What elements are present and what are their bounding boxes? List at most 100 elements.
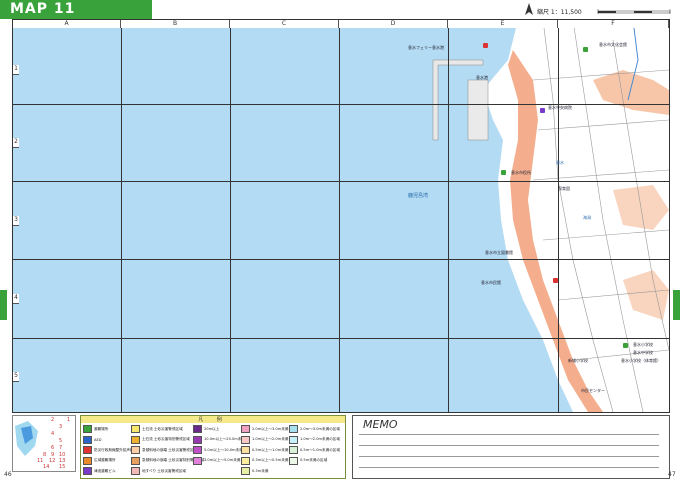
legend-label: 避難場所 [94,426,109,431]
legend-item: 1.0m〜2.0m未満の区域 [289,435,340,444]
map-label-hospital: 垂水中央病院 [548,105,572,110]
legend-label: 防災行政無線屋外拡声器 [94,447,134,452]
legend-label: 0.3m以上〜0.5m未満 [252,458,289,462]
legend-label: 0.5m未満の区域 [300,458,328,462]
legend-item: 2.0m以上〜3.0m未満 [241,425,288,433]
legend-swatch [193,425,202,433]
legend-item: 0.3m未満 [241,467,268,475]
legend-swatch [241,456,250,465]
index-cell: 5 [59,438,63,444]
index-cell: 15 [59,464,66,470]
legend-item: 5.0m以上〜10.0m未満 [193,446,243,454]
legend-label: 急傾斜地の崩壊 土砂災害警戒区域 [142,447,198,452]
grid-line [230,20,231,412]
legend-swatch [241,446,250,454]
legend-label: 5.0m以上〜10.0m未満 [204,447,243,452]
shelter-marker-icon[interactable] [583,47,588,52]
memo-line [359,467,659,468]
shelter-marker-icon[interactable] [540,108,545,113]
legend-label: 1.0m〜2.0m未満の区域 [300,437,340,441]
index-cell: 4 [51,431,55,437]
legend-item: 0.5m〜1.0m未満の区域 [289,446,340,454]
legend-item: 2.0m〜3.0m未満の区域 [289,425,340,433]
grid-column-label: E [448,20,558,28]
index-cell: 14 [43,464,50,470]
grid-row-label: 5 [13,372,19,382]
legend-item: AED [83,435,102,444]
map-label-nursery: 保育園 [558,186,570,191]
legend-swatch [289,425,298,433]
map-label-station2: 垂水 [556,160,564,165]
scale-label: 縮尺 1：11,500 [537,9,582,16]
legend-item: 広域避難場所 [83,456,116,465]
legend-swatch [289,456,298,465]
shelter-marker-icon[interactable] [483,43,488,48]
legend-label: AED [94,437,102,442]
map-label-school2: 垂水中学校 [633,350,653,355]
grid-line [13,338,669,339]
index-cell: 7 [59,445,63,451]
shelter-marker-icon[interactable] [623,343,628,348]
legend-item: 3.0m以上〜5.0m未満 [193,456,240,465]
legend-item: 津波避難ビル [83,467,116,475]
index-cell: 2 [51,417,55,423]
legend-label: 20m以上 [204,426,220,431]
legend-swatch [131,446,140,454]
legend-swatch [83,467,92,475]
legend-swatch [193,446,202,454]
legend-swatch [83,425,92,433]
grid-column-label: A [13,20,121,28]
map-label-school1: 垂水小学校 [633,342,653,347]
index-cell: 6 [51,445,55,451]
side-tab-right [673,290,680,320]
legend-item: 避難場所 [83,425,108,433]
legend-label: 0.3m未満 [252,468,269,473]
index-map: 2 3 4 5 6 7 8 9 10 11 12 13 14 15 1 [12,415,76,472]
index-cell: 12 [49,458,56,464]
shelter-marker-icon[interactable] [553,278,558,283]
shelter-marker-icon[interactable] [501,170,506,175]
legend-item: 20m以上 [193,425,219,433]
legend-item: 防災行政無線屋外拡声器 [83,446,134,454]
legend-item: 0.5m未満の区域 [289,456,328,465]
map-area[interactable]: A B C D E F 1 2 3 4 5 垂水フェリー垂水港 鹿児島湾 垂水市… [12,19,670,413]
legend-swatch [131,456,140,465]
grid-column-label: D [339,20,448,28]
legend-label: 土石流 土砂災害警戒区域 [142,426,183,431]
legend-swatch [193,435,202,444]
grid-line [13,181,669,182]
legend-label: 地すべり 土砂災害警戒区域 [142,468,187,473]
grid-line [13,259,669,260]
legend-swatch [241,467,250,475]
memo-line [359,456,659,457]
legend-swatch [289,435,298,444]
legend-item: 地すべり 土砂災害警戒区域 [131,467,186,475]
legend-label: 10.0m以上〜20.0m未満 [204,437,245,441]
grid-row-label: 2 [13,138,19,148]
memo-line [359,445,659,446]
legend-label: 0.5m〜1.0m未満の区域 [300,447,340,452]
grid-column-label: F [558,20,669,28]
legend-swatch [131,425,140,433]
index-cell: 3 [59,424,63,430]
memo-box: MEMO [352,415,670,479]
legend-label: 広域避難場所 [94,458,116,462]
map-label-city-office: 垂水市役所 [511,170,531,175]
grid-row-label: 3 [13,216,19,226]
legend: 凡 例 避難場所 AED 防災行政無線屋外拡声器 広域避難場所 津波避難ビル 土石流 土砂… [80,415,346,479]
legend-item: 土石流 土砂災害特別警戒区域 [131,435,190,444]
legend-label: 2.0m以上〜3.0m未満 [252,426,289,431]
grid-line [121,20,122,412]
legend-label: 2.0m〜3.0m未満の区域 [300,426,340,431]
north-arrow-icon [525,3,533,15]
legend-swatch [83,435,92,444]
map-label-school3: 新城小学校 [568,358,588,363]
map-label-park: 垂水市文化会館 [599,42,627,47]
memo-title: MEMO [363,418,398,431]
legend-swatch [83,446,92,454]
map-label-center: 市民センター [581,388,605,393]
index-cell: 8 [43,452,47,458]
legend-item: 10.0m以上〜20.0m未満 [193,435,245,444]
index-map-canvas [15,421,38,456]
legend-swatch [241,435,250,444]
